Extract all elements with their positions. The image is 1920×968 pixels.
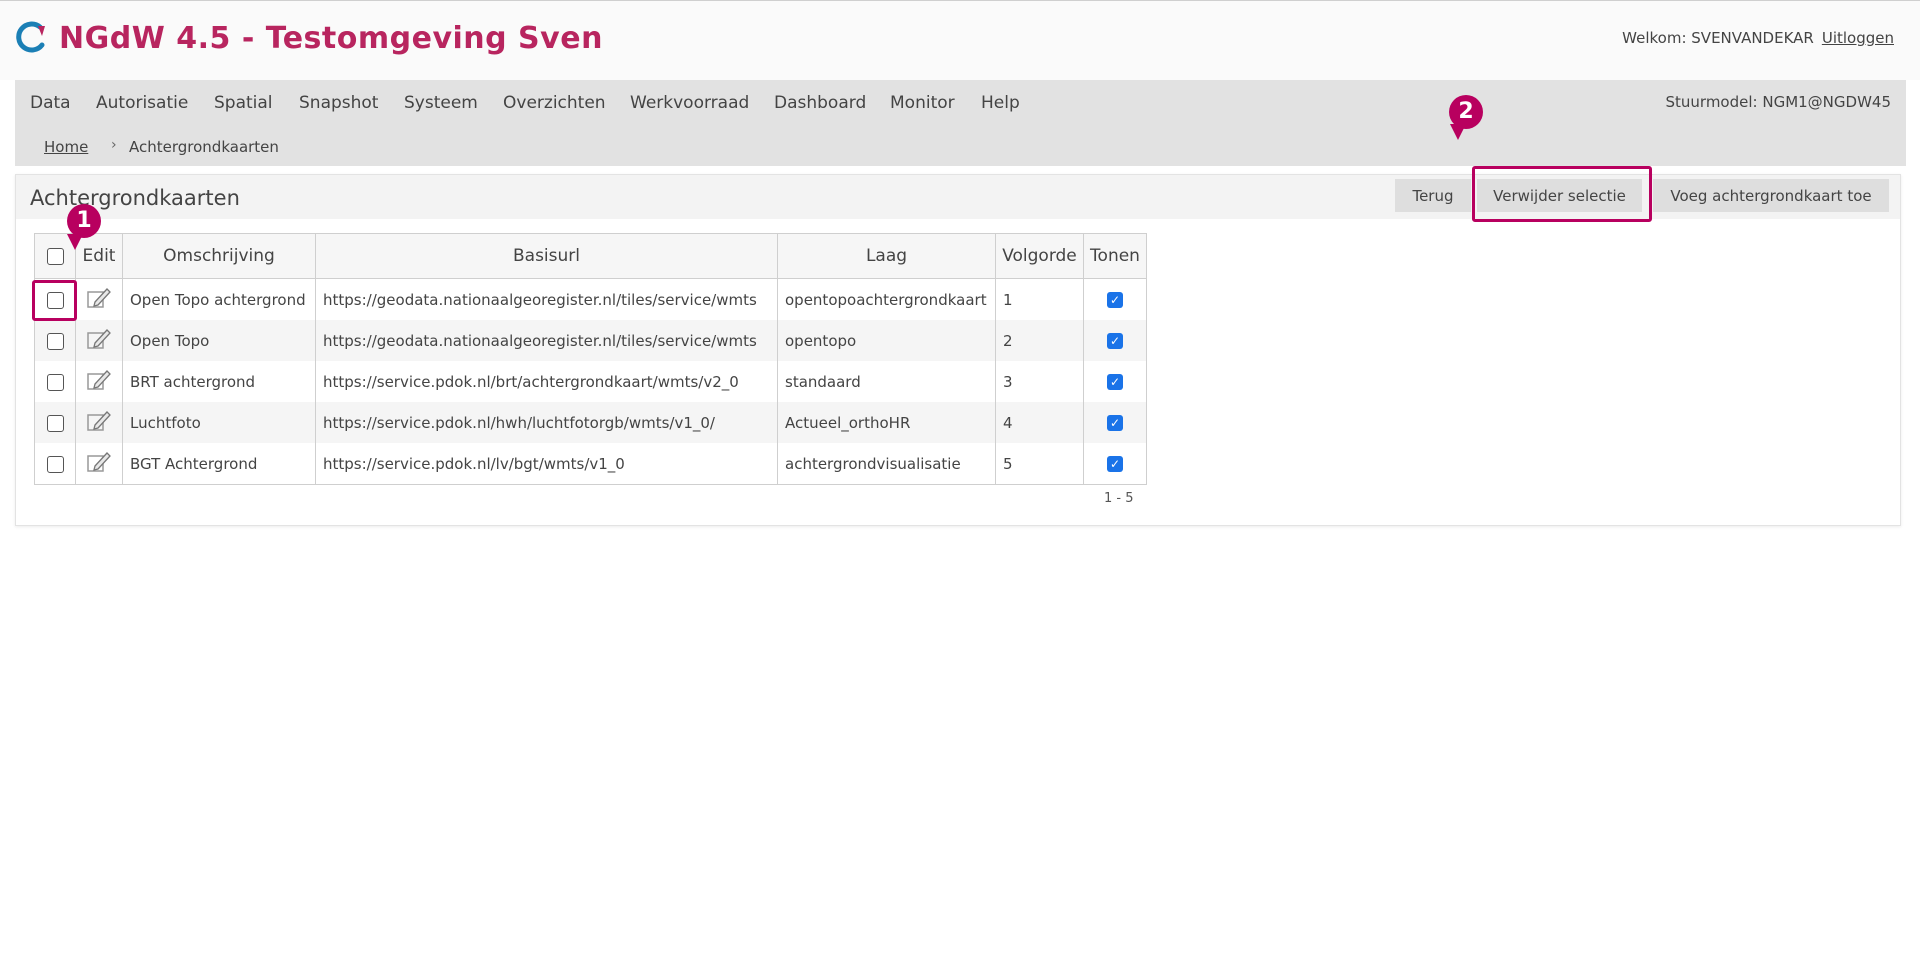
- app-title: NGdW 4.5 - Testomgeving Sven: [59, 21, 603, 56]
- step-marker-1: 1: [67, 204, 101, 238]
- nav-item-werkvoorraad[interactable]: Werkvoorraad: [630, 93, 749, 113]
- omschrijving-cell: Open Topo achtergrond: [122, 278, 316, 320]
- edit-pencil-icon[interactable]: [86, 327, 112, 351]
- main-nav: Data Autorisatie Spatial Snapshot Systee…: [15, 80, 1906, 126]
- tonen-checkbox-checked[interactable]: ✓: [1107, 292, 1123, 308]
- stuurmodel-label: Stuurmodel: NGM1@NGDW45: [1665, 93, 1892, 111]
- paging-info: 1 - 5: [1104, 491, 1134, 506]
- tonen-checkbox-checked[interactable]: ✓: [1107, 456, 1123, 472]
- breadcrumb: Home › Achtergrondkaarten: [15, 126, 1906, 166]
- laag-cell: opentopo: [777, 320, 996, 361]
- row-select-checkbox[interactable]: [46, 455, 64, 473]
- top-header: NGdW 4.5 - Testomgeving Sven Welkom: SVE…: [0, 1, 1920, 80]
- tonen-cell: ✓: [1083, 320, 1147, 361]
- basisurl-cell: https://geodata.nationaalgeoregister.nl/…: [315, 278, 778, 320]
- column-header-volgorde[interactable]: Volgorde: [995, 233, 1084, 279]
- basisurl-cell: https://geodata.nationaalgeoregister.nl/…: [315, 320, 778, 361]
- edit-cell: [75, 443, 123, 485]
- edit-pencil-icon[interactable]: [86, 368, 112, 392]
- breadcrumb-home-link[interactable]: Home: [44, 138, 88, 156]
- tonen-cell: ✓: [1083, 443, 1147, 485]
- laag-cell: Actueel_orthoHR: [777, 402, 996, 443]
- tonen-cell: ✓: [1083, 278, 1147, 320]
- edit-pencil-icon[interactable]: [86, 409, 112, 433]
- omschrijving-cell: BGT Achtergrond: [122, 443, 316, 485]
- callout-highlight-delete-button: [1472, 166, 1652, 222]
- row-select-cell: [34, 320, 76, 361]
- select-all-checkbox[interactable]: [46, 247, 64, 265]
- row-select-cell: [34, 402, 76, 443]
- omschrijving-cell: Luchtfoto: [122, 402, 316, 443]
- back-button[interactable]: Terug: [1395, 179, 1471, 212]
- laag-cell: opentopoachtergrondkaart: [777, 278, 996, 320]
- ngdw-logo-icon: [16, 21, 45, 53]
- nav-item-dashboard[interactable]: Dashboard: [774, 93, 866, 113]
- edit-cell: [75, 278, 123, 320]
- achtergrondkaarten-panel: Achtergrondkaarten Terug Verwijder selec…: [15, 174, 1901, 526]
- tonen-cell: ✓: [1083, 361, 1147, 402]
- row-select-checkbox[interactable]: [46, 332, 64, 350]
- nav-item-monitor[interactable]: Monitor: [890, 93, 955, 113]
- step-marker-2: 2: [1449, 95, 1483, 129]
- table-row: Open Topo https://geodata.nationaalgeore…: [34, 320, 1147, 361]
- row-select-checkbox[interactable]: [46, 414, 64, 432]
- welcome-area: Welkom: SVENVANDEKAR Uitloggen: [1622, 29, 1894, 47]
- omschrijving-cell: Open Topo: [122, 320, 316, 361]
- laag-cell: achtergrondvisualisatie: [777, 443, 996, 485]
- edit-cell: [75, 361, 123, 402]
- table-header-row: Edit Omschrijving Basisurl Laag Volgorde…: [34, 233, 1147, 279]
- page-title: Achtergrondkaarten: [30, 186, 240, 210]
- column-header-laag[interactable]: Laag: [777, 233, 996, 279]
- chevron-right-icon: ›: [111, 137, 117, 153]
- add-background-map-button[interactable]: Voeg achtergrondkaart toe: [1653, 179, 1889, 212]
- table-row: BGT Achtergrond https://service.pdok.nl/…: [34, 443, 1147, 485]
- nav-item-autorisatie[interactable]: Autorisatie: [96, 93, 188, 113]
- volgorde-cell: 2: [995, 320, 1084, 361]
- basisurl-cell: https://service.pdok.nl/hwh/luchtfotorgb…: [315, 402, 778, 443]
- edit-pencil-icon[interactable]: [86, 450, 112, 474]
- omschrijving-cell: BRT achtergrond: [122, 361, 316, 402]
- welcome-label: Welkom: SVENVANDEKAR: [1622, 29, 1814, 47]
- logout-link[interactable]: Uitloggen: [1822, 29, 1894, 47]
- column-header-basisurl[interactable]: Basisurl: [315, 233, 778, 279]
- volgorde-cell: 5: [995, 443, 1084, 485]
- nav-item-snapshot[interactable]: Snapshot: [299, 93, 378, 113]
- row-select-cell: [34, 443, 76, 485]
- breadcrumb-current: Achtergrondkaarten: [129, 138, 279, 156]
- table-row: Open Topo achtergrond https://geodata.na…: [34, 278, 1147, 320]
- basisurl-cell: https://service.pdok.nl/lv/bgt/wmts/v1_0: [315, 443, 778, 485]
- edit-cell: [75, 402, 123, 443]
- nav-item-data[interactable]: Data: [30, 93, 71, 113]
- tonen-cell: ✓: [1083, 402, 1147, 443]
- edit-cell: [75, 320, 123, 361]
- volgorde-cell: 1: [995, 278, 1084, 320]
- nav-item-help[interactable]: Help: [981, 93, 1020, 113]
- table-row: BRT achtergrond https://service.pdok.nl/…: [34, 361, 1147, 402]
- nav-item-spatial[interactable]: Spatial: [214, 93, 273, 113]
- basisurl-cell: https://service.pdok.nl/brt/achtergrondk…: [315, 361, 778, 402]
- column-header-omschrijving[interactable]: Omschrijving: [122, 233, 316, 279]
- nav-item-systeem[interactable]: Systeem: [404, 93, 478, 113]
- background-maps-table: Edit Omschrijving Basisurl Laag Volgorde…: [34, 233, 1147, 485]
- tonen-checkbox-checked[interactable]: ✓: [1107, 374, 1123, 390]
- laag-cell: standaard: [777, 361, 996, 402]
- nav-item-overzichten[interactable]: Overzichten: [503, 93, 606, 113]
- column-header-tonen[interactable]: Tonen: [1083, 233, 1147, 279]
- row-select-cell: [34, 361, 76, 402]
- edit-pencil-icon[interactable]: [86, 286, 112, 310]
- volgorde-cell: 4: [995, 402, 1084, 443]
- table-row: Luchtfoto https://service.pdok.nl/hwh/lu…: [34, 402, 1147, 443]
- row-select-checkbox[interactable]: [46, 373, 64, 391]
- volgorde-cell: 3: [995, 361, 1084, 402]
- callout-highlight-row-checkbox: [32, 280, 77, 321]
- tonen-checkbox-checked[interactable]: ✓: [1107, 415, 1123, 431]
- tonen-checkbox-checked[interactable]: ✓: [1107, 333, 1123, 349]
